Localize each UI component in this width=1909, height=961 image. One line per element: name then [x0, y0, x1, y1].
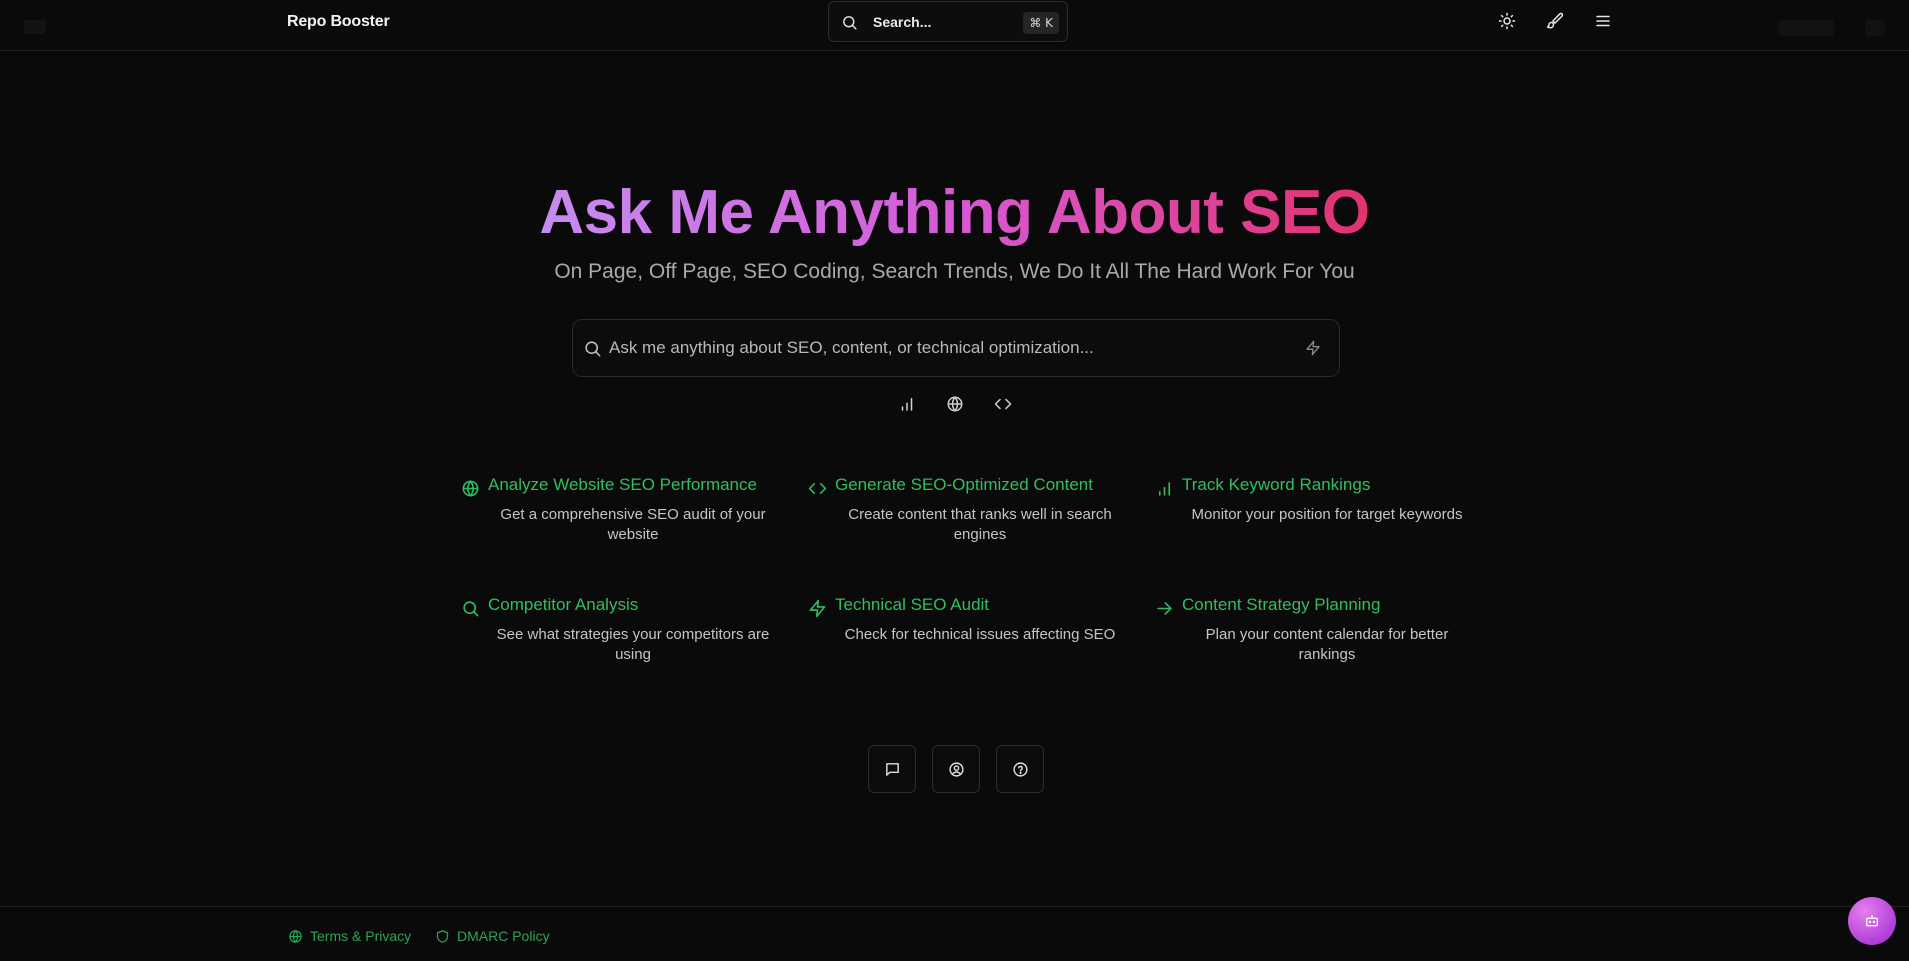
assistant-bot-button[interactable] [1848, 897, 1896, 945]
dmarc-policy-link[interactable]: DMARC Policy [435, 928, 550, 944]
search-icon [841, 14, 858, 31]
global-search-button[interactable]: Search... ⌘ K [828, 1, 1068, 42]
zap-icon [1306, 340, 1320, 356]
brand-logo-text[interactable]: Repo Booster [287, 13, 390, 31]
suggestion-card-strategy[interactable]: Content Strategy Planning Plan your cont… [1155, 595, 1485, 665]
chat-icon [886, 763, 899, 776]
menu-icon [1596, 15, 1610, 27]
card-description: Monitor your position for target keyword… [1191, 506, 1463, 523]
terms-privacy-label: Terms & Privacy [310, 928, 412, 944]
search-icon [461, 599, 480, 618]
help-circle-icon [1013, 762, 1028, 777]
code-icon [808, 479, 827, 498]
mode-web-button[interactable] [946, 395, 966, 415]
globe-icon [947, 396, 963, 412]
globe-icon [461, 479, 480, 498]
zap-icon [808, 599, 827, 618]
top-navbar: Repo Booster Search... ⌘ K [0, 0, 1909, 51]
main-menu-button[interactable] [1594, 12, 1614, 32]
user-circle-icon [949, 762, 964, 777]
card-title: Generate SEO-Optimized Content [835, 475, 1093, 494]
customize-theme-button[interactable] [1546, 12, 1566, 32]
bar-chart-icon [1155, 479, 1174, 498]
suggestion-card-competitor[interactable]: Competitor Analysis See what strategies … [461, 595, 791, 665]
suggestion-card-technical[interactable]: Technical SEO Audit Check for technical … [808, 595, 1138, 665]
globe-icon [289, 929, 302, 943]
ask-input[interactable] [609, 320, 1289, 376]
bot-icon [1866, 915, 1878, 927]
chat-button[interactable] [868, 745, 916, 793]
card-description: Get a comprehensive SEO audit of your we… [500, 506, 766, 543]
bar-chart-icon [901, 398, 913, 411]
sign-in-placeholder[interactable] [1778, 20, 1834, 36]
card-description: See what strategies your competitors are… [496, 626, 770, 663]
arrow-right-icon [1155, 599, 1174, 618]
help-button[interactable] [996, 745, 1044, 793]
card-description: Check for technical issues affecting SEO [844, 626, 1116, 643]
terms-privacy-link[interactable]: Terms & Privacy [288, 928, 411, 944]
avatar-placeholder[interactable] [1865, 20, 1885, 36]
card-title: Analyze Website SEO Performance [488, 475, 757, 494]
card-title: Track Keyword Rankings [1182, 475, 1371, 494]
card-title: Technical SEO Audit [835, 595, 990, 614]
code-icon [994, 398, 1012, 410]
mode-analytics-button[interactable] [898, 395, 918, 415]
dmarc-policy-label: DMARC Policy [457, 928, 550, 944]
footer: Terms & Privacy DMARC Policy [0, 906, 1909, 961]
card-title: Content Strategy Planning [1182, 595, 1381, 614]
submit-zap-button[interactable] [1305, 340, 1321, 356]
sun-icon [1498, 12, 1516, 30]
shield-icon [436, 929, 449, 943]
search-shortcut-badge: ⌘ K [1023, 12, 1059, 34]
search-icon [583, 339, 602, 358]
search-label: Search... [873, 14, 932, 30]
card-title: Competitor Analysis [488, 595, 639, 614]
card-description: Plan your content calendar for better ra… [1205, 626, 1449, 663]
hero-subtitle: On Page, Off Page, SEO Coding, Search Tr… [554, 260, 1355, 283]
suggestion-card-keywords[interactable]: Track Keyword Rankings Monitor your posi… [1155, 475, 1485, 545]
card-description: Create content that ranks well in search… [848, 506, 1112, 543]
hero-title: Ask Me Anything About SEO [539, 178, 1370, 247]
mode-code-button[interactable] [994, 395, 1014, 415]
suggestion-card-generate[interactable]: Generate SEO-Optimized Content Create co… [808, 475, 1138, 545]
ask-input-box[interactable] [572, 319, 1340, 377]
theme-toggle-button[interactable] [1498, 12, 1518, 32]
suggestion-card-analyze[interactable]: Analyze Website SEO Performance Get a co… [461, 475, 791, 545]
sidebar-toggle-placeholder[interactable] [24, 20, 46, 34]
paintbrush-icon [1546, 12, 1564, 29]
profile-button[interactable] [932, 745, 980, 793]
